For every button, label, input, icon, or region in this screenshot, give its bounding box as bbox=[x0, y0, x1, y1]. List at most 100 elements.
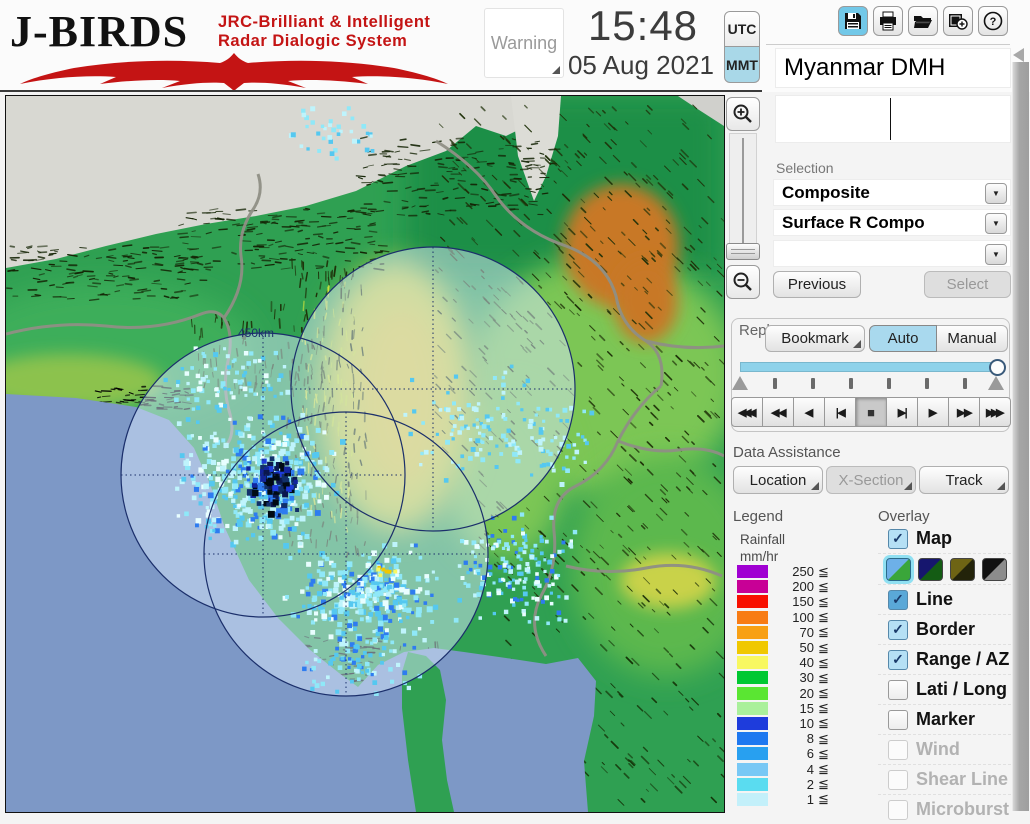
open-folder-icon bbox=[913, 11, 933, 31]
replay-range-end-marker[interactable] bbox=[988, 376, 1004, 390]
legend-color-swatch bbox=[737, 778, 768, 791]
map-style-3[interactable] bbox=[950, 558, 975, 581]
rewind-button[interactable]: ◀◀ bbox=[763, 397, 794, 427]
step-back-button[interactable]: |◀ bbox=[825, 397, 856, 427]
microburst-checkbox bbox=[888, 800, 908, 820]
legend-value: 30 bbox=[772, 670, 814, 685]
legend-lte-symbol: ≦ bbox=[818, 776, 829, 792]
play-button[interactable]: ▶ bbox=[918, 397, 949, 427]
panel-collapse-arrow-icon[interactable] bbox=[1013, 48, 1024, 62]
open-file-button[interactable] bbox=[908, 6, 938, 36]
clock-time: 15:48 bbox=[568, 2, 718, 50]
location-button[interactable]: Location bbox=[733, 466, 823, 494]
border-checkbox[interactable]: ✓ bbox=[888, 620, 908, 640]
legend-value: 250 bbox=[772, 564, 814, 579]
overlay-row-microburst: Microburst bbox=[878, 794, 1011, 824]
map-style-swatches bbox=[878, 553, 1011, 584]
legend-color-swatch bbox=[737, 687, 768, 700]
replay-range-start-marker[interactable] bbox=[732, 376, 748, 390]
legend-color-swatch bbox=[737, 565, 768, 578]
text-cursor bbox=[890, 98, 891, 140]
legend-lte-symbol: ≦ bbox=[818, 670, 829, 686]
legend-value: 2 bbox=[772, 777, 814, 792]
legend-title-line2: mm/hr bbox=[740, 548, 785, 565]
warning-button[interactable]: Warning bbox=[484, 8, 564, 78]
previous-button[interactable]: Previous bbox=[773, 271, 861, 298]
chevron-down-icon[interactable]: ▼ bbox=[985, 183, 1007, 204]
dropdown-composite[interactable]: Composite ▼ bbox=[773, 179, 1011, 206]
legend-row: 40≦ bbox=[737, 655, 867, 670]
forward-fast-button[interactable]: ▶▶▶ bbox=[980, 397, 1011, 427]
lati-long-checkbox[interactable] bbox=[888, 680, 908, 700]
map-style-1[interactable] bbox=[886, 558, 911, 581]
legend-lte-symbol: ≦ bbox=[818, 746, 829, 762]
zoom-slider-handle[interactable] bbox=[726, 243, 760, 260]
overlay-row-border: ✓Border bbox=[878, 614, 1011, 644]
save-button[interactable] bbox=[838, 6, 868, 36]
data-assistance-label: Data Assistance bbox=[733, 444, 841, 461]
print-button[interactable] bbox=[873, 6, 903, 36]
line-checkbox[interactable]: ✓ bbox=[888, 590, 908, 610]
step-forward-button[interactable]: ▶| bbox=[887, 397, 918, 427]
replay-slider-handle[interactable] bbox=[989, 359, 1006, 376]
marker-checkbox[interactable] bbox=[888, 710, 908, 730]
legend-color-swatch bbox=[737, 747, 768, 760]
legend-label: Legend bbox=[733, 508, 783, 525]
mmt-button[interactable]: MMT bbox=[724, 47, 760, 83]
range-az-checkbox[interactable]: ✓ bbox=[888, 650, 908, 670]
station-name: Myanmar DMH bbox=[784, 54, 945, 82]
station-name-field[interactable]: Myanmar DMH bbox=[775, 48, 1011, 88]
track-button[interactable]: Track bbox=[919, 466, 1009, 494]
coordinate-display-field[interactable] bbox=[775, 95, 1011, 143]
zoom-in-button[interactable] bbox=[726, 97, 760, 131]
select-button[interactable]: Select bbox=[924, 271, 1011, 298]
panel-splitter[interactable] bbox=[1012, 62, 1029, 811]
legend-row: 10≦ bbox=[737, 716, 867, 731]
legend-color-swatch bbox=[737, 717, 768, 730]
rewind-fast-button[interactable]: ◀◀◀ bbox=[731, 397, 763, 427]
corner-expand-icon bbox=[904, 482, 912, 490]
legend-row: 8≦ bbox=[737, 731, 867, 746]
zoom-slider-groove bbox=[742, 138, 744, 246]
x-section-label: X-Section bbox=[838, 472, 903, 489]
map-checkbox[interactable]: ✓ bbox=[888, 529, 908, 549]
overlay-row-map: ✓Map bbox=[878, 524, 1011, 553]
x-section-button[interactable]: X-Section bbox=[826, 466, 916, 494]
legend-color-swatch bbox=[737, 671, 768, 684]
utc-button[interactable]: UTC bbox=[724, 11, 760, 47]
warning-label: Warning bbox=[491, 33, 557, 54]
chevron-down-icon[interactable]: ▼ bbox=[985, 213, 1007, 234]
overlay-item-label: Line bbox=[916, 589, 953, 610]
overlay-item-label: Range / AZ bbox=[916, 649, 1009, 670]
legend-value: 200 bbox=[772, 579, 814, 594]
legend-lte-symbol: ≦ bbox=[818, 655, 829, 671]
legend-row: 200≦ bbox=[737, 579, 867, 594]
map-style-4[interactable] bbox=[982, 558, 1007, 581]
radar-map[interactable]: 450km bbox=[5, 95, 725, 813]
replay-tick bbox=[773, 378, 777, 389]
help-button[interactable]: ? bbox=[978, 6, 1008, 36]
auto-mode-button[interactable]: Auto bbox=[869, 325, 937, 352]
stop-button[interactable]: ■ bbox=[856, 397, 887, 427]
legend-row: 6≦ bbox=[737, 746, 867, 761]
chevron-down-icon[interactable]: ▼ bbox=[985, 244, 1007, 265]
play-back-button[interactable]: ◀ bbox=[794, 397, 825, 427]
legend-value: 70 bbox=[772, 625, 814, 640]
zoom-out-button[interactable] bbox=[726, 265, 760, 299]
map-style-2[interactable] bbox=[918, 558, 943, 581]
replay-slider-track[interactable] bbox=[740, 362, 998, 372]
bookmark-button[interactable]: Bookmark bbox=[765, 325, 865, 352]
dropdown-extra[interactable]: ▼ bbox=[773, 240, 1011, 267]
legend-value: 4 bbox=[772, 762, 814, 777]
legend-value: 150 bbox=[772, 594, 814, 609]
add-image-button[interactable] bbox=[943, 6, 973, 36]
dropdown-product[interactable]: Surface R Compo ▼ bbox=[773, 209, 1011, 236]
legend-color-swatch bbox=[737, 702, 768, 715]
legend-value: 8 bbox=[772, 731, 814, 746]
legend-title: Rainfall mm/hr bbox=[740, 531, 785, 565]
forward-button[interactable]: ▶▶ bbox=[949, 397, 980, 427]
legend-value: 50 bbox=[772, 640, 814, 655]
manual-mode-button[interactable]: Manual bbox=[937, 325, 1008, 352]
shear-line-checkbox bbox=[888, 770, 908, 790]
legend-row: 150≦ bbox=[737, 594, 867, 609]
